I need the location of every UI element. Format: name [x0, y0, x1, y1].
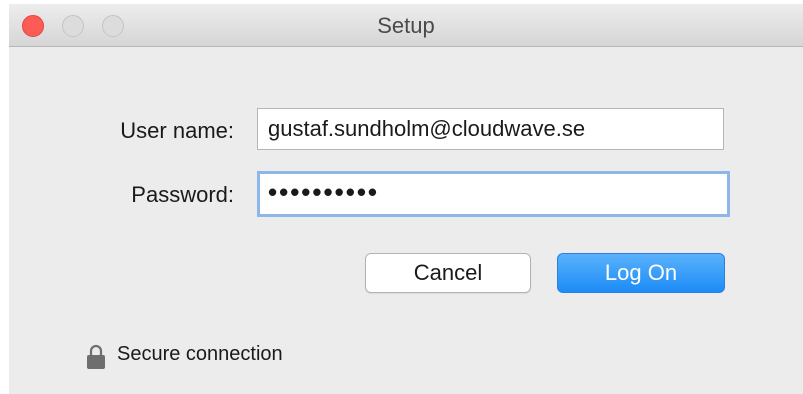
- password-field[interactable]: ••••••••••: [257, 171, 730, 217]
- title-bar[interactable]: Setup: [9, 4, 803, 47]
- username-label: User name:: [120, 118, 234, 143]
- password-label: Password:: [131, 182, 234, 207]
- setup-window: Setup User name: gustaf.sundholm@cloudwa…: [9, 4, 803, 394]
- log-on-button[interactable]: Log On: [557, 253, 725, 293]
- secure-connection-label: Secure connection: [117, 343, 283, 365]
- lock-icon: [87, 344, 105, 369]
- cancel-button[interactable]: Cancel: [365, 253, 531, 293]
- window-title: Setup: [377, 13, 435, 38]
- username-field[interactable]: gustaf.sundholm@cloudwave.se: [257, 108, 724, 150]
